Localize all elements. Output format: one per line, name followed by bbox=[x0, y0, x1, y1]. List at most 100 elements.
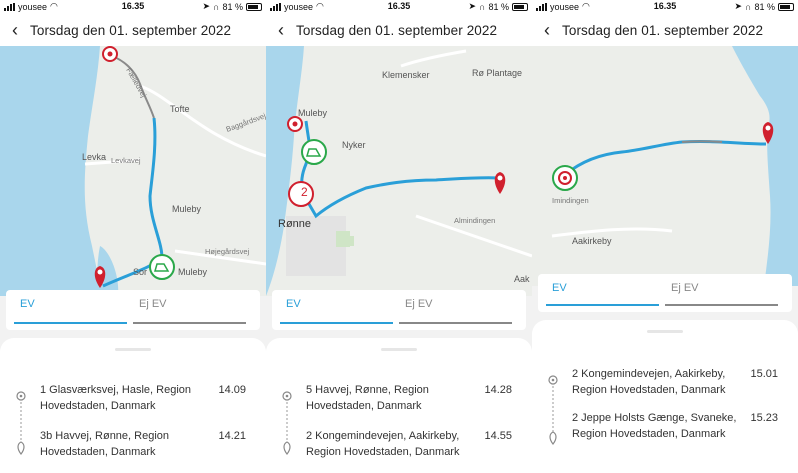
map-label: Muleby bbox=[298, 108, 328, 118]
map-pin-icon bbox=[283, 441, 291, 455]
map-label: Sor bbox=[133, 267, 148, 277]
page-title: Torsdag den 01. september 2022 bbox=[30, 22, 232, 38]
headphones-icon: ∩ bbox=[479, 1, 486, 12]
road bbox=[551, 227, 673, 238]
route-gray-segment bbox=[681, 140, 723, 143]
trip-item[interactable]: 5 Havvej, Rønne, Region Hovedstaden, Dan… bbox=[280, 382, 518, 462]
battery-percent: 81 % bbox=[488, 1, 509, 12]
map-label: Almindingen bbox=[454, 216, 496, 225]
tab-ev[interactable]: EV bbox=[14, 290, 133, 330]
sea-area bbox=[732, 46, 798, 286]
location-icon: ➤ bbox=[734, 1, 743, 11]
tab-ev[interactable]: EV bbox=[546, 274, 665, 312]
trip-start: 2 Kongemindevejen, Aakirkeby, Region Hov… bbox=[572, 366, 778, 398]
map-label: Nyker bbox=[342, 140, 366, 150]
start-address: 5 Havvej, Rønne, Region Hovedstaden, Dan… bbox=[306, 384, 429, 412]
origin-dot-icon[interactable] bbox=[287, 116, 303, 132]
trip-rail bbox=[280, 390, 294, 456]
status-bar: yousee ◠ 16.35 ➤ ∩ 81 % bbox=[0, 0, 266, 14]
map-label: Levka bbox=[82, 152, 107, 162]
route-line bbox=[300, 120, 501, 219]
header: ‹ Torsdag den 01. september 2022 bbox=[532, 14, 798, 46]
trip-sheet: 1 Glasværksvej, Hasle, Region Hovedstade… bbox=[0, 338, 266, 473]
end-address: 2 Kongemindevejen, Aakirkeby, Region Hov… bbox=[306, 430, 460, 458]
start-time: 14.09 bbox=[218, 384, 246, 396]
map-label: Højegårdsvej bbox=[205, 247, 250, 256]
start-address: 2 Kongemindevejen, Aakirkeby, Region Hov… bbox=[572, 368, 726, 396]
tab-ev[interactable]: EV bbox=[280, 290, 399, 330]
sheet-handle[interactable] bbox=[115, 348, 151, 351]
trip-rail bbox=[546, 374, 560, 446]
start-time: 14.28 bbox=[484, 384, 512, 396]
phone-screen-3: yousee ◠ 16.35 ➤ ∩ 81 % ‹ Torsdag den 01… bbox=[532, 0, 798, 473]
back-arrow-icon[interactable]: ‹ bbox=[532, 14, 562, 46]
map-label: Rø Plantage bbox=[472, 68, 523, 78]
trip-item[interactable]: 1 Glasværksvej, Hasle, Region Hovedstade… bbox=[14, 382, 252, 462]
battery-icon bbox=[512, 2, 528, 11]
map-label: Imindingen bbox=[552, 196, 589, 205]
vehicle-tabs: EV Ej EV bbox=[538, 274, 792, 312]
page-title: Torsdag den 01. september 2022 bbox=[562, 22, 764, 38]
route-line bbox=[565, 139, 767, 176]
sheet-handle[interactable] bbox=[381, 348, 417, 351]
back-arrow-icon[interactable]: ‹ bbox=[0, 14, 30, 46]
page-title: Torsdag den 01. september 2022 bbox=[296, 22, 498, 38]
tab-non-ev[interactable]: Ej EV bbox=[133, 290, 252, 330]
battery-icon bbox=[246, 2, 262, 11]
back-arrow-icon[interactable]: ‹ bbox=[266, 14, 296, 46]
end-time: 14.55 bbox=[484, 430, 512, 442]
start-address: 1 Glasværksvej, Hasle, Region Hovedstade… bbox=[40, 384, 192, 412]
trip-start: 1 Glasværksvej, Hasle, Region Hovedstade… bbox=[40, 382, 246, 414]
location-icon: ➤ bbox=[468, 1, 477, 11]
road bbox=[400, 49, 467, 68]
route-map[interactable]: Imindingen Aakirkeby bbox=[532, 46, 798, 286]
park-area bbox=[346, 236, 354, 246]
trip-rail bbox=[14, 390, 28, 456]
phone-screen-1: yousee ◠ 16.35 ➤ ∩ 81 % ‹ Torsdag den 01… bbox=[0, 0, 266, 473]
sheet-handle[interactable] bbox=[647, 330, 683, 333]
route-map[interactable]: 2 Klemensker Rø Plantage Muleby Nyker Rø… bbox=[266, 46, 532, 296]
header: ‹ Torsdag den 01. september 2022 bbox=[266, 14, 532, 46]
trip-end: 3b Havvej, Rønne, Region Hovedstaden, Da… bbox=[40, 428, 246, 460]
trip-end: 2 Jeppe Holsts Gænge, Svaneke, Region Ho… bbox=[572, 410, 778, 442]
trip-sheet: 2 Kongemindevejen, Aakirkeby, Region Hov… bbox=[532, 320, 798, 473]
end-address: 3b Havvej, Rønne, Region Hovedstaden, Da… bbox=[40, 430, 170, 458]
sea-area bbox=[0, 46, 100, 296]
trip-start: 5 Havvej, Rønne, Region Hovedstaden, Dan… bbox=[306, 382, 512, 414]
status-bar: yousee ◠ 16.35 ➤ ∩ 81 % bbox=[532, 0, 798, 14]
location-icon: ➤ bbox=[202, 1, 211, 11]
headphones-icon: ∩ bbox=[213, 1, 220, 12]
charger-icon[interactable] bbox=[552, 165, 578, 191]
map-label: Klemensker bbox=[382, 70, 430, 80]
tab-non-ev[interactable]: Ej EV bbox=[399, 290, 518, 330]
map-label: Aak bbox=[514, 274, 530, 284]
trip-item[interactable]: 2 Kongemindevejen, Aakirkeby, Region Hov… bbox=[546, 364, 784, 454]
map-canvas bbox=[551, 46, 798, 286]
end-time: 15.23 bbox=[750, 412, 778, 424]
map-label: Rønne bbox=[278, 218, 312, 230]
trip-sheet: 5 Havvej, Rønne, Region Hovedstaden, Dan… bbox=[266, 338, 532, 473]
map-label: Tofte bbox=[170, 104, 190, 114]
map-pin-icon bbox=[549, 431, 557, 445]
map-canvas bbox=[266, 46, 532, 296]
vehicle-tabs: EV Ej EV bbox=[6, 290, 260, 330]
vehicle-tabs: EV Ej EV bbox=[272, 290, 526, 330]
map-label: Muleby bbox=[178, 267, 208, 277]
headphones-icon: ∩ bbox=[745, 1, 752, 12]
status-bar: yousee ◠ 16.35 ➤ ∩ 81 % bbox=[266, 0, 532, 14]
battery-percent: 81 % bbox=[754, 1, 775, 12]
trip-end: 2 Kongemindevejen, Aakirkeby, Region Hov… bbox=[306, 428, 512, 460]
map-label: Muleby bbox=[172, 204, 202, 214]
start-time: 15.01 bbox=[750, 368, 778, 380]
charger-icon[interactable] bbox=[301, 139, 327, 165]
battery-percent: 81 % bbox=[222, 1, 243, 12]
end-address: 2 Jeppe Holsts Gænge, Svaneke, Region Ho… bbox=[572, 412, 737, 440]
marker-number: 2 bbox=[301, 185, 308, 199]
phone-screen-2: yousee ◠ 16.35 ➤ ∩ 81 % ‹ Torsdag den 01… bbox=[266, 0, 532, 473]
route-map[interactable]: Tofte Levka Levkavej Muleby Højegårdsvej… bbox=[0, 46, 266, 296]
origin-dot-icon[interactable] bbox=[102, 46, 118, 62]
map-pin-icon bbox=[17, 441, 25, 455]
destination-pin-icon[interactable] bbox=[494, 172, 506, 194]
tab-non-ev[interactable]: Ej EV bbox=[665, 274, 784, 312]
charger-icon[interactable] bbox=[149, 254, 175, 280]
